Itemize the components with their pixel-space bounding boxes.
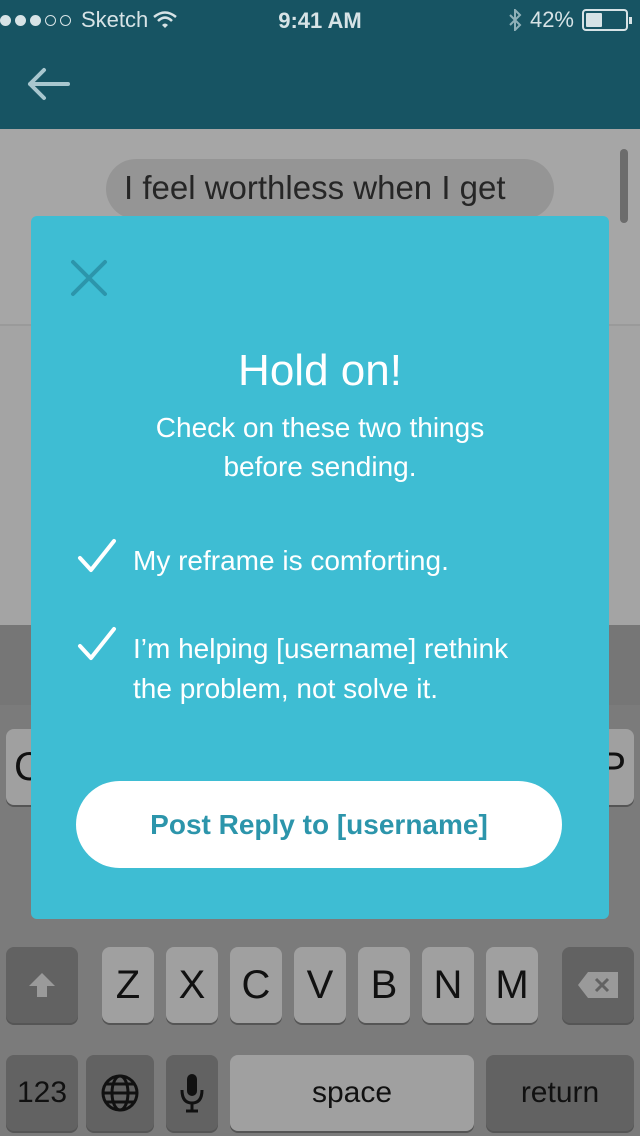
checklist-item-text: the problem, not solve it.	[133, 673, 439, 704]
post-reply-button[interactable]: Post Reply to [username]	[76, 781, 562, 868]
key-x[interactable]: X	[166, 947, 218, 1023]
shift-icon	[29, 973, 55, 997]
key-b[interactable]: B	[358, 947, 410, 1023]
status-bar: Sketch 9:41 AM 42%	[0, 0, 640, 40]
mic-key[interactable]	[166, 1055, 218, 1131]
battery-level	[586, 13, 602, 27]
key-m[interactable]: M	[486, 947, 538, 1023]
modal-title: Hold on!	[238, 346, 402, 395]
checklist-item-text: I’m helping [username] rethink	[133, 633, 509, 664]
nav-bar	[0, 40, 640, 129]
close-icon[interactable]	[69, 258, 109, 298]
battery-area: 42%	[508, 7, 632, 33]
key-c[interactable]: C	[230, 947, 282, 1023]
checkmark-icon	[78, 539, 116, 572]
subtitle-line: before sending.	[223, 451, 417, 482]
bluetooth-icon	[509, 9, 522, 31]
checklist-item: I’m helping [username] rethink the probl…	[133, 629, 508, 709]
numbers-key[interactable]: 123	[6, 1055, 78, 1131]
checklist-item: My reframe is comforting.	[133, 541, 449, 581]
battery-percent: 42%	[529, 7, 574, 32]
scrollbar[interactable]	[620, 149, 628, 223]
shift-key[interactable]	[6, 947, 78, 1023]
confirmation-modal: Hold on! Check on these two things befor…	[31, 216, 609, 919]
return-key[interactable]: return	[486, 1055, 634, 1131]
key-v[interactable]: V	[294, 947, 346, 1023]
key-n[interactable]: N	[422, 947, 474, 1023]
key-z[interactable]: Z	[102, 947, 154, 1023]
microphone-icon	[180, 1074, 204, 1113]
space-key[interactable]: space	[230, 1055, 474, 1131]
modal-subtitle: Check on these two things before sending…	[120, 408, 520, 486]
delete-icon	[578, 972, 618, 998]
battery-icon	[582, 9, 632, 31]
globe-icon	[101, 1074, 139, 1112]
checklist-item-text: My reframe is comforting.	[133, 545, 449, 576]
message-bubble: I feel worthless when I get	[106, 159, 554, 219]
arrow-left-icon[interactable]	[24, 62, 72, 106]
globe-key[interactable]	[86, 1055, 154, 1131]
checkmark-icon	[78, 627, 116, 660]
subtitle-line: Check on these two things	[155, 412, 485, 443]
delete-key[interactable]	[562, 947, 634, 1023]
